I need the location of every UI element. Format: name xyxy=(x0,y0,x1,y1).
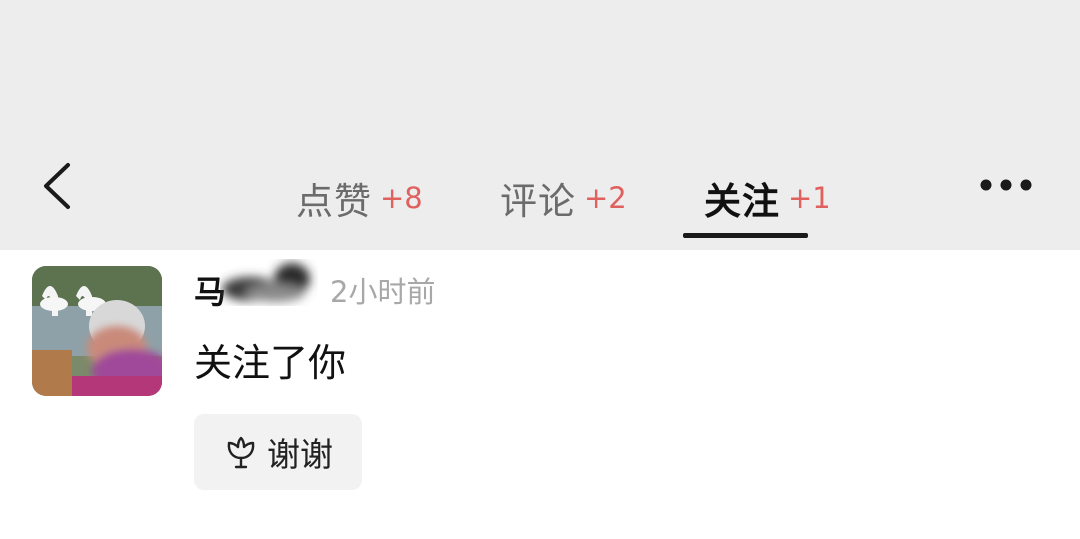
thanks-label: 谢谢 xyxy=(267,435,333,474)
follow-notification: 马 2小时前 关注了你 谢谢 xyxy=(0,250,1080,539)
more-button[interactable] xyxy=(970,160,1042,210)
tab-likes-label: 点赞 xyxy=(296,180,372,223)
tab-comments-label: 评论 xyxy=(500,180,576,223)
notification-message: 关注了你 xyxy=(194,341,347,385)
avatar-image xyxy=(32,266,162,396)
tab-likes[interactable]: 点赞 +8 xyxy=(296,162,423,234)
username[interactable]: 马 xyxy=(194,263,310,313)
flower-icon xyxy=(227,436,255,469)
notification-tabs: 点赞 +8 评论 +2 关注 +1 xyxy=(0,150,1080,250)
tab-follows[interactable]: 关注 +1 xyxy=(704,162,831,234)
tab-likes-count: +8 xyxy=(380,181,423,215)
tab-follows-label: 关注 xyxy=(704,180,780,223)
more-horizontal-icon xyxy=(980,179,1032,191)
tab-follows-count: +1 xyxy=(788,181,831,215)
tab-comments[interactable]: 评论 +2 xyxy=(500,162,627,234)
avatar[interactable] xyxy=(32,266,162,396)
username-text: 马 xyxy=(194,273,227,311)
timestamp: 2小时前 xyxy=(330,275,436,309)
active-tab-indicator xyxy=(683,233,808,238)
name-line: 马 2小时前 xyxy=(194,263,436,313)
top-bar: 点赞 +8 评论 +2 关注 +1 xyxy=(0,0,1080,250)
name-redaction xyxy=(222,263,310,302)
thanks-button[interactable]: 谢谢 xyxy=(194,414,362,490)
tab-comments-count: +2 xyxy=(584,181,627,215)
